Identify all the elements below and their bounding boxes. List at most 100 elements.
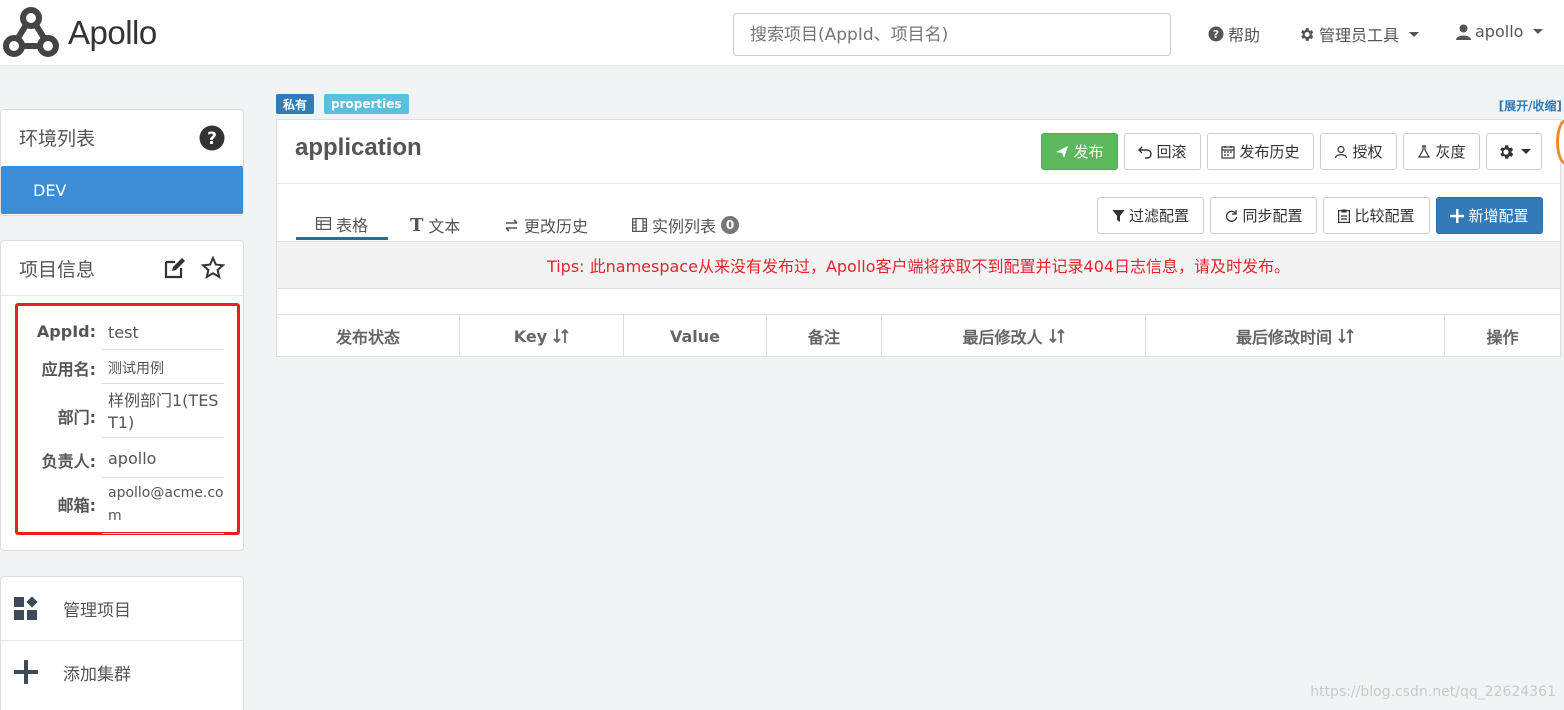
add-cluster-item[interactable]: 添加集群 [1,640,243,703]
top-navbar: Apollo ? 帮助 管理员工具 apollo [0,0,1564,66]
authorize-label: 授权 [1352,143,1383,161]
env-item-label: DEV [33,180,67,200]
svg-text:?: ? [207,129,217,149]
column-header-last-modified-time[interactable]: 最后修改时间 [1146,315,1445,357]
column-header-last-modifier[interactable]: 最后修改人 [882,315,1146,357]
manage-project-item[interactable]: 管理项目 [1,577,243,640]
text-format-icon: T [410,214,424,236]
info-label: 邮箱: [57,496,96,515]
plus-icon [1450,208,1465,223]
config-table-header: 发布状态 Key Value 备注 最后修改人 最后修改时间 操作 [277,314,1560,357]
add-config-button[interactable]: 新增配置 [1436,197,1543,234]
column-label: Value [669,326,721,346]
user-label: apollo [1475,22,1524,41]
project-info-highlight: AppId: test 应用名: 测试用例 部门: 样例部门1(TEST1) 负… [15,303,240,535]
info-label: 部门: [57,408,96,427]
info-label: 应用名: [41,360,96,379]
watermark: https://blog.csdn.net/qq_22624361 [1310,684,1556,700]
info-row-app-name: 应用名: 测试用例 [18,356,224,384]
user-outline-icon [1335,145,1348,158]
env-list-panel: 环境列表 ? DEV [0,109,244,216]
tab-table[interactable]: 表格 [296,210,388,240]
compare-config-button[interactable]: 比较配置 [1323,197,1430,234]
sort-icon [1338,328,1354,344]
info-row-email: 邮箱: apollo@acme.com [18,485,224,534]
publish-label: 发布 [1073,143,1104,161]
gray-release-label: 灰度 [1435,143,1466,161]
info-row-owner: 负责人: apollo [18,448,224,478]
column-header-publish-status: 发布状态 [277,315,460,357]
tab-text[interactable]: T 文本 [410,210,460,240]
refresh-icon [1226,209,1238,222]
column-label: 发布状态 [335,328,400,347]
apollo-logo[interactable]: Apollo [0,4,175,62]
env-list-title: 环境列表 [19,128,96,150]
caret-down-icon [1533,29,1544,34]
add-config-label: 新增配置 [1468,207,1529,225]
info-row-appid: AppId: test [18,322,224,350]
dashboard-icon [14,595,38,620]
compare-config-label: 比较配置 [1354,207,1415,225]
column-label: 备注 [807,328,840,347]
flask-icon [1418,144,1431,158]
add-cluster-label: 添加集群 [63,664,131,685]
project-info-title: 项目信息 [19,258,96,281]
info-label: AppId: [36,322,96,341]
tab-instance-list[interactable]: 实例列表 0 [632,210,740,240]
sort-icon [1048,328,1065,344]
project-info-heading: 项目信息 [1,241,243,296]
gray-release-button[interactable]: 灰度 [1403,133,1480,170]
edit-icon[interactable] [163,256,187,280]
tab-label: 文本 [428,217,461,236]
gear-icon [1500,144,1514,159]
swap-icon [505,218,518,232]
publish-button[interactable]: 发布 [1041,133,1118,170]
sort-icon [553,328,569,344]
sync-config-button[interactable]: 同步配置 [1210,197,1317,234]
settings-dropdown-button[interactable] [1486,133,1542,170]
column-header-comment: 备注 [767,315,882,357]
env-item-dev[interactable]: DEV [1,166,243,214]
table-icon [315,217,331,230]
column-label: 操作 [1486,328,1519,347]
help-link[interactable]: ? 帮助 [1208,22,1260,46]
info-value: test [102,322,224,350]
info-value: 样例部门1(TEST1) [102,390,224,438]
filter-config-button[interactable]: 过滤配置 [1097,197,1204,234]
column-label: 最后修改人 [962,328,1043,347]
search-input[interactable] [733,13,1171,56]
admin-tools-label: 管理员工具 [1319,26,1400,45]
instance-count-badge: 0 [721,216,740,234]
info-value: apollo@acme.com [102,482,224,534]
env-list-heading: 环境列表 ? [1,110,243,165]
caret-down-icon [1521,149,1531,154]
column-header-key[interactable]: Key [460,315,624,357]
unpublished-tips: Tips: 此namespace从来没有发布过，Apollo客户端将获取不到配置… [277,241,1560,289]
column-header-value: Value [624,315,767,357]
tab-change-history[interactable]: 更改历史 [504,210,588,240]
question-circle-icon[interactable]: ? [199,125,225,151]
apollo-logo-icon [3,7,59,57]
star-icon[interactable] [201,256,225,280]
calendar-icon [1221,145,1236,159]
filter-config-label: 过滤配置 [1128,207,1189,225]
info-value: apollo [102,446,224,478]
info-value: 测试用例 [102,356,224,384]
filter-icon [1112,209,1125,222]
private-tag: 私有 [276,94,315,114]
svg-text:?: ? [1213,28,1219,41]
publish-history-label: 发布历史 [1239,143,1300,161]
user-dropdown[interactable]: apollo [1456,22,1544,41]
info-label: 负责人: [41,452,96,471]
header-divider [277,183,1560,184]
gear-icon [1301,27,1314,41]
question-circle-icon: ? [1208,26,1224,42]
rollback-button[interactable]: 回滚 [1124,133,1201,170]
clipboard-icon [1338,209,1351,223]
admin-tools-dropdown[interactable]: 管理员工具 [1298,22,1420,46]
film-icon [632,218,647,232]
expand-collapse-link[interactable]: [展开/收缩] [1499,97,1562,114]
tab-label: 表格 [335,215,368,235]
authorize-button[interactable]: 授权 [1320,133,1397,170]
publish-history-button[interactable]: 发布历史 [1207,133,1314,170]
